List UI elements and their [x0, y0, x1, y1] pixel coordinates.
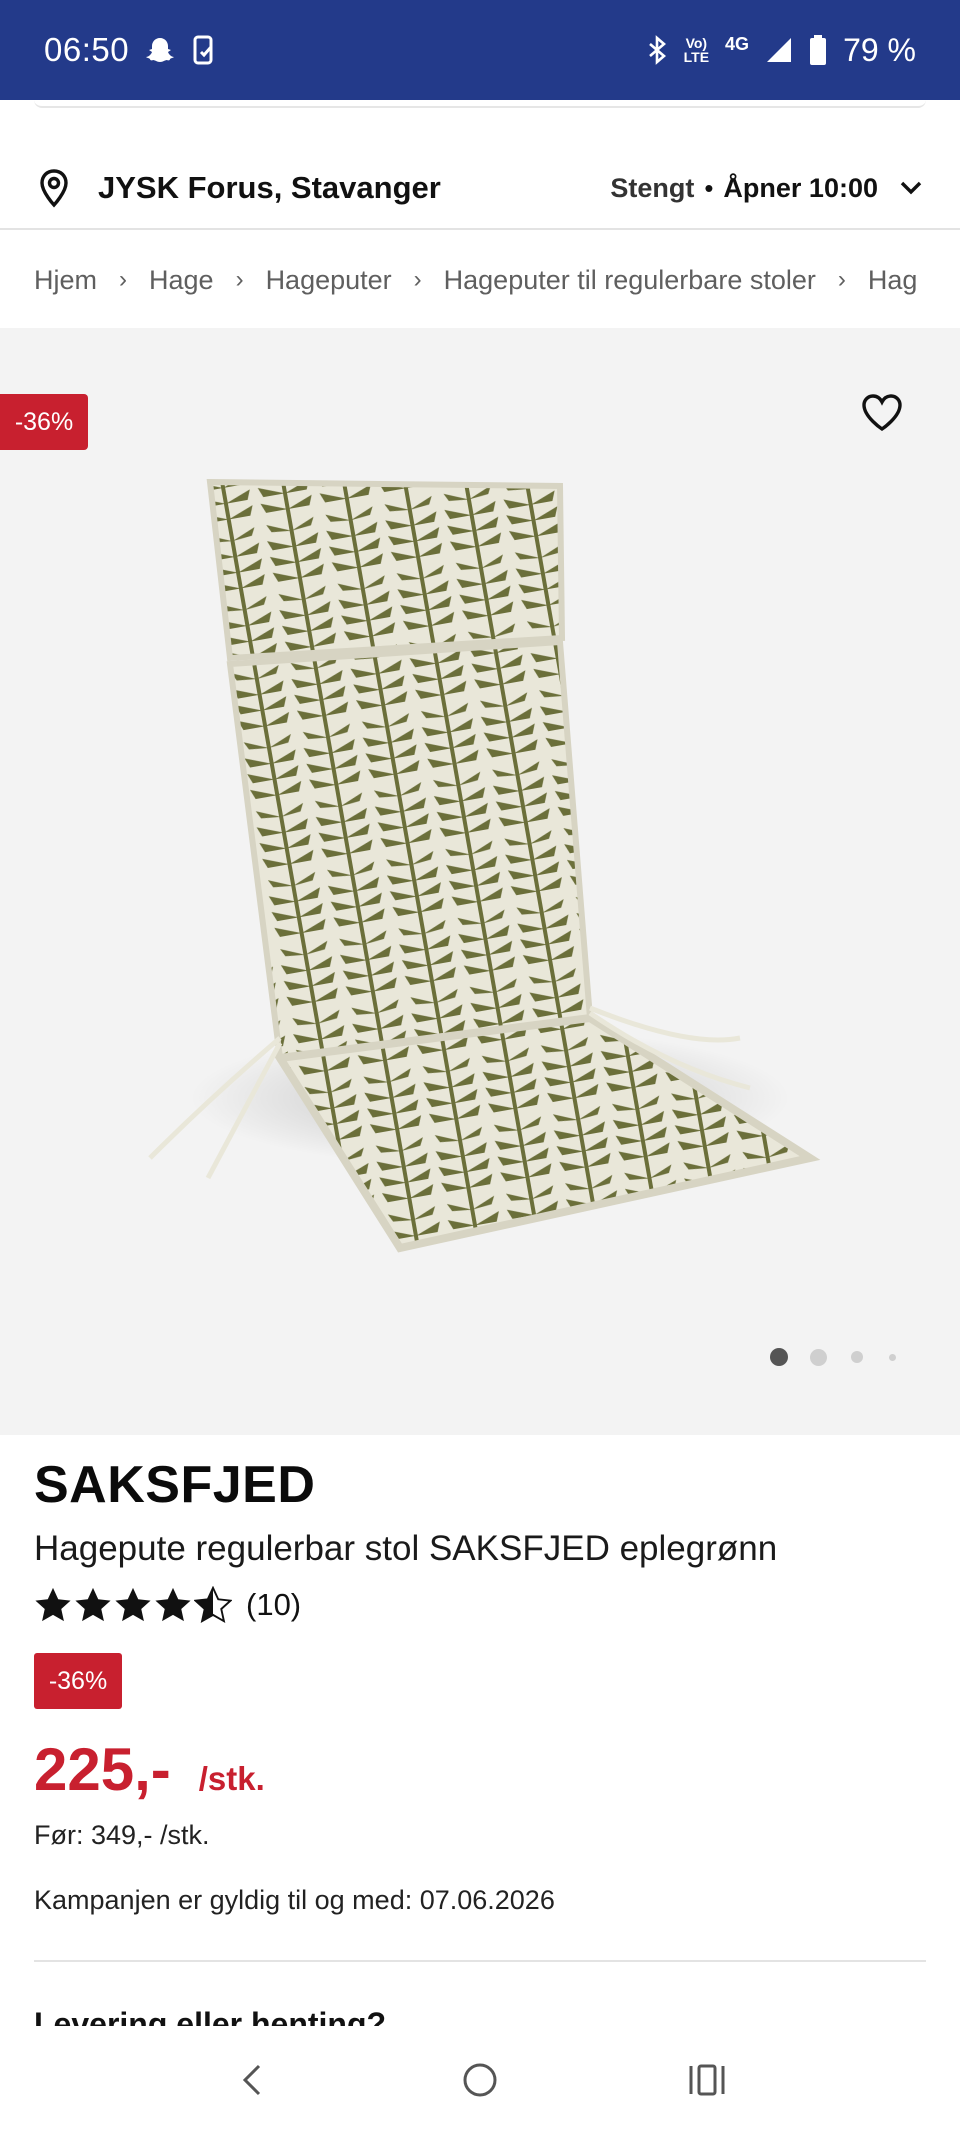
rating-stars	[34, 1586, 232, 1624]
battery-level: 79 %	[843, 31, 916, 68]
pagination-dot[interactable]	[851, 1351, 863, 1363]
gallery-pagination[interactable]	[770, 1348, 896, 1366]
product-rating[interactable]: (10)	[34, 1583, 926, 1627]
status-left: 06:50	[44, 31, 217, 69]
chevron-right-icon: ›	[235, 266, 244, 293]
chevron-right-icon: ›	[837, 266, 846, 293]
location-pin-icon	[34, 168, 74, 208]
snapchat-icon	[145, 35, 175, 65]
before-price: Før: 349,- /stk.	[34, 1820, 210, 1850]
pagination-dot[interactable]	[810, 1348, 827, 1366]
breadcrumb-item-garden[interactable]: Hage	[149, 265, 214, 296]
network-type: 4G	[725, 33, 750, 54]
review-count[interactable]: (10)	[246, 1587, 301, 1623]
status-bar: 06:50 Vo) LTE 4G 79 %	[0, 0, 960, 100]
pagination-dot-active[interactable]	[770, 1348, 788, 1366]
store-status: Stengt	[610, 172, 695, 203]
breadcrumb-item-adjustable-cushions[interactable]: Hageputer til regulerbare stoler	[444, 265, 816, 296]
store-selector[interactable]: JYSK Forus, Stavanger Stengt • Åpner 10:…	[0, 148, 960, 230]
store-name: JYSK Forus, Stavanger	[98, 170, 441, 205]
campaign-validity: Kampanjen er gyldig til og med: 07.06.20…	[34, 1885, 555, 1915]
device-icon	[191, 35, 217, 65]
back-icon[interactable]	[223, 2050, 283, 2110]
breadcrumb-item-current[interactable]: Hag	[868, 265, 918, 296]
chevron-down-icon[interactable]	[896, 173, 926, 203]
discount-badge: -36%	[0, 394, 88, 450]
store-separator: •	[704, 172, 714, 203]
price-row: 225,- /stk.	[34, 1735, 926, 1804]
breadcrumb: Hjem › Hage › Hageputer › Hageputer til …	[0, 232, 960, 328]
discount-badge: -36%	[34, 1653, 122, 1709]
section-divider	[34, 1960, 926, 1962]
product-image	[148, 478, 821, 1253]
store-opening-time: Åpner 10:00	[723, 172, 878, 203]
product-info: SAKSFJED Hagepute regulerbar stol SAKSFJ…	[34, 1455, 926, 1916]
battery-icon	[809, 35, 827, 65]
chevron-right-icon: ›	[413, 266, 422, 293]
price-unit: /stk.	[198, 1760, 265, 1797]
product-brand: SAKSFJED	[34, 1456, 316, 1514]
product-image-gallery[interactable]: -36%	[0, 328, 960, 1435]
home-icon[interactable]	[450, 2050, 510, 2110]
recent-apps-icon[interactable]	[677, 2050, 737, 2110]
status-time: 06:50	[44, 31, 130, 68]
pagination-dot[interactable]	[889, 1353, 896, 1361]
volte-icon: Vo) LTE	[683, 35, 710, 65]
star-icon	[75, 1587, 111, 1622]
header-edge	[34, 100, 926, 108]
current-price: 225,-	[34, 1736, 171, 1803]
breadcrumb-item-home[interactable]: Hjem	[34, 265, 97, 296]
star-icon	[115, 1587, 151, 1622]
status-right: Vo) LTE 4G 79 %	[646, 32, 916, 69]
bluetooth-icon	[646, 35, 668, 65]
signal-icon	[765, 36, 793, 64]
heart-icon[interactable]	[860, 392, 904, 432]
star-icon	[155, 1587, 191, 1622]
product-title: Hagepute regulerbar stol SAKSFJED eplegr…	[34, 1529, 778, 1568]
system-navigation-bar	[0, 2026, 960, 2134]
chevron-right-icon: ›	[119, 266, 128, 293]
star-half-icon	[194, 1586, 232, 1624]
breadcrumb-item-cushions[interactable]: Hageputer	[266, 265, 392, 296]
star-icon	[35, 1587, 71, 1622]
